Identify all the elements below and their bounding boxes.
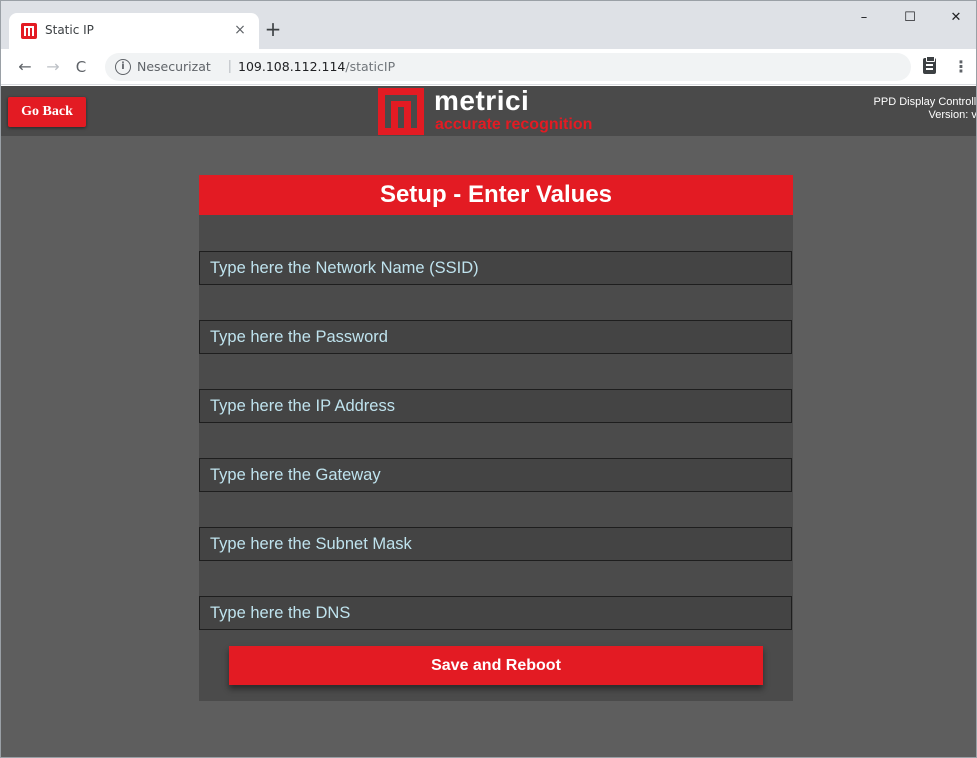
device-version: Version: v2.	[928, 109, 977, 121]
gateway-field[interactable]	[199, 458, 792, 492]
url-separator: |	[228, 57, 232, 73]
new-tab-icon[interactable]: +	[263, 19, 283, 39]
metrici-logo-mark-icon	[378, 88, 424, 135]
minimize-icon[interactable]: –	[841, 1, 887, 35]
password-field[interactable]	[199, 320, 792, 354]
address-bar[interactable]: i Nesecurizat | 109.108.112.114/staticIP	[105, 53, 911, 81]
close-window-icon[interactable]: ✕	[933, 1, 976, 35]
clipboard-icon[interactable]	[923, 56, 936, 74]
maximize-icon[interactable]: ☐	[887, 1, 933, 35]
back-arrow-icon[interactable]: ←	[13, 55, 37, 79]
metrici-logo: metrici accurate recognition	[378, 85, 638, 136]
browser-toolbar: ← → C i Nesecurizat | 109.108.112.114/st…	[1, 49, 976, 85]
ip-address-field[interactable]	[199, 389, 792, 423]
browser-window: Static IP × + – ☐ ✕ ← → C i Nesecurizat …	[0, 0, 977, 758]
tab-title: Static IP	[45, 23, 94, 37]
app-header: Go Back metrici accurate recognition PPD…	[1, 85, 977, 136]
logo-wordmark: metrici	[434, 85, 530, 116]
logo-tagline: accurate recognition	[435, 116, 593, 133]
subnet-mask-field[interactable]	[199, 527, 792, 561]
page-content: Go Back metrici accurate recognition PPD…	[1, 85, 977, 757]
device-name: PPD Display Controller	[873, 96, 977, 108]
form-title: Setup - Enter Values	[199, 175, 793, 215]
tab-static-ip[interactable]: Static IP ×	[9, 13, 259, 49]
security-label[interactable]: Nesecurizat	[137, 59, 211, 74]
ssid-field[interactable]	[199, 251, 792, 285]
url-path: /staticIP	[345, 59, 396, 74]
url-text[interactable]: 109.108.112.114/staticIP	[238, 59, 395, 74]
reload-icon[interactable]: C	[69, 55, 93, 79]
save-and-reboot-button[interactable]: Save and Reboot	[229, 646, 763, 685]
close-tab-icon[interactable]: ×	[231, 21, 249, 39]
kebab-menu-icon[interactable]: ⋮	[953, 57, 969, 77]
device-info: PPD Display Controller Version: v2.	[873, 96, 977, 122]
setup-form: Setup - Enter Values Save and Reboot	[199, 175, 793, 701]
go-back-button[interactable]: Go Back	[8, 97, 86, 127]
tab-strip: Static IP × + – ☐ ✕	[1, 1, 976, 49]
info-icon[interactable]: i	[115, 59, 131, 75]
dns-field[interactable]	[199, 596, 792, 630]
metrici-logo-icon	[21, 23, 37, 39]
url-host: 109.108.112.114	[238, 59, 346, 74]
forward-arrow-icon[interactable]: →	[41, 55, 65, 79]
